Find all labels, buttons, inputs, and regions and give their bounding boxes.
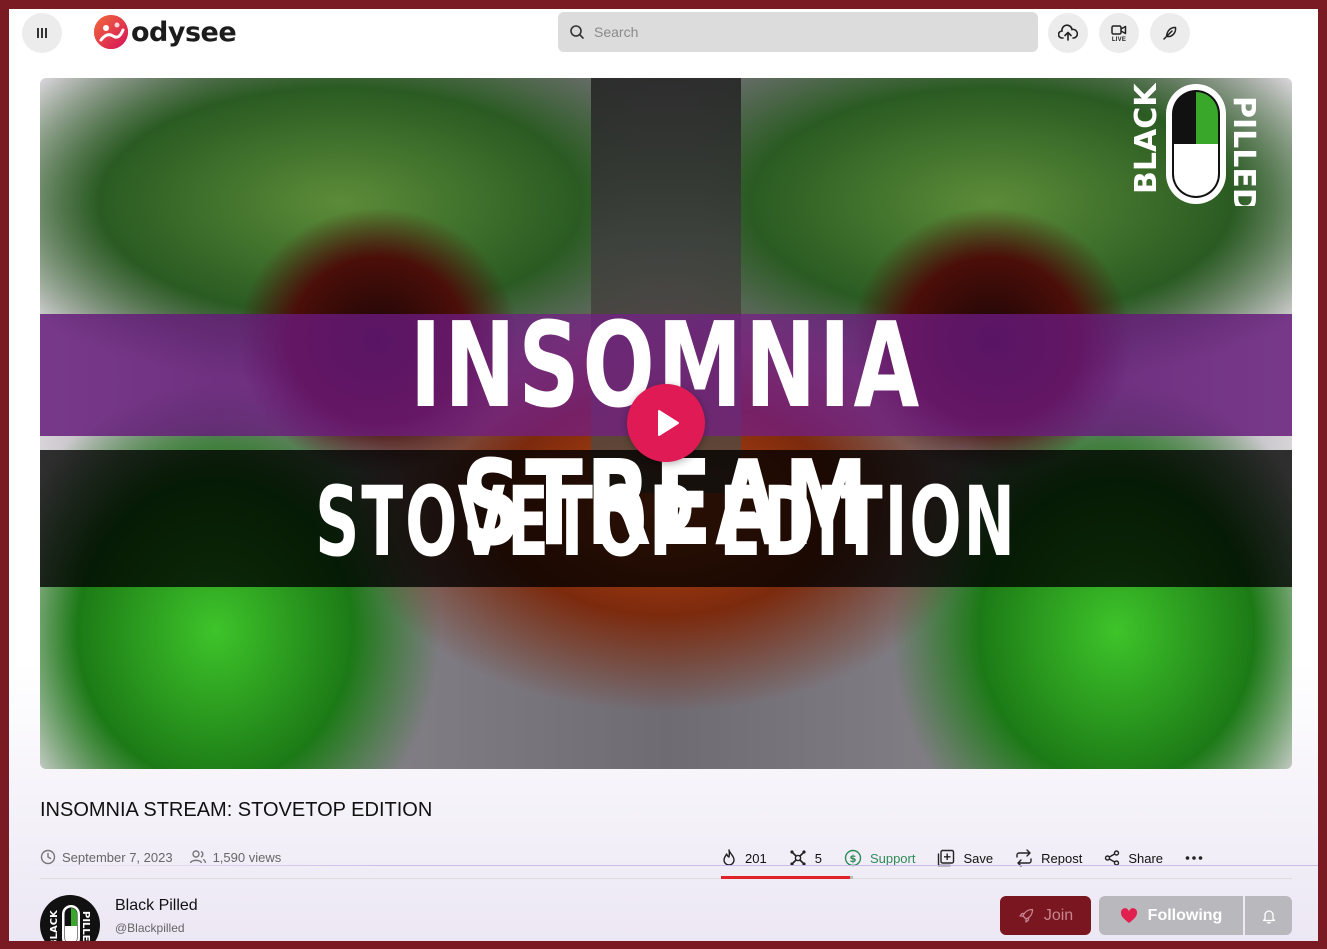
slime-count: 5 [814,850,822,866]
bell-icon [1262,909,1275,924]
following-label: Following [1147,906,1223,924]
avatar-text-left: BLACK [49,909,60,941]
brand-mark-text-left: BLACK [1129,82,1164,194]
search-input[interactable] [594,24,1014,40]
play-icon [658,410,679,436]
share-icon [1105,850,1120,866]
section-divider [9,865,1318,866]
channel-avatar[interactable]: BLACK PILLED [40,895,100,941]
publish-post-button[interactable] [1150,13,1190,53]
video-camera-icon [1111,24,1127,35]
play-button[interactable] [627,384,705,462]
thumbnail-title-line2: STOVETOP EDITION [315,466,1017,578]
repost-label: Repost [1041,850,1083,866]
live-label: LIVE [1111,36,1127,43]
channel-handle[interactable]: @Blackpilled [115,921,185,935]
feather-pen-icon [1163,26,1177,40]
cloud-upload-icon [1058,24,1078,41]
menu-icon [37,28,47,38]
notifications-bell-button[interactable] [1245,896,1292,935]
go-live-button[interactable]: LIVE [1099,13,1139,53]
avatar-text-right: PILLED [80,911,91,941]
reaction-ratio-fill [721,876,850,879]
share-label: Share [1128,850,1164,866]
video-player[interactable]: INSOMNIA STREAM STOVETOP EDITION BLACK P… [40,78,1292,769]
logo-text: odysee [131,16,237,48]
search-bar[interactable] [558,12,1038,52]
save-label: Save [963,850,994,866]
svg-text:$: $ [849,854,856,865]
publish-date: September 7, 2023 [62,849,173,865]
more-horizontal-icon [1185,856,1203,860]
channel-name[interactable]: Black Pilled [115,897,198,915]
clock-icon [40,849,56,865]
view-count: 1,590 views [212,849,282,865]
join-label: Join [1043,906,1074,924]
reaction-ratio-bar [721,876,853,879]
page: odysee LIVE INSOMNIA STREAM STOVETOP EDI… [9,9,1318,941]
fire-count: 201 [745,850,767,866]
following-button[interactable]: Following [1099,896,1243,935]
menu-button[interactable] [22,13,62,53]
share-button[interactable]: Share [1104,850,1163,866]
rocket-icon [1019,908,1033,923]
brand-mark-text-right: PILLED [1226,96,1261,206]
more-options-button[interactable] [1185,855,1203,861]
channel-avatar-logo: BLACK PILLED [49,905,91,941]
video-title: INSOMNIA STREAM: STOVETOP EDITION [40,799,433,821]
odysee-logo-icon [94,15,128,49]
upload-button[interactable] [1048,13,1088,53]
users-icon [189,850,206,864]
section-divider-line [40,878,1292,879]
odysee-logo[interactable]: odysee [93,14,237,50]
search-icon [570,25,584,39]
support-label: Support [869,850,916,866]
join-button[interactable]: Join [1000,896,1091,935]
video-meta: September 7, 2023 1,590 views [40,849,281,865]
black-pilled-brand-logo: BLACK PILLED [1129,82,1261,206]
heart-icon [1120,907,1137,923]
